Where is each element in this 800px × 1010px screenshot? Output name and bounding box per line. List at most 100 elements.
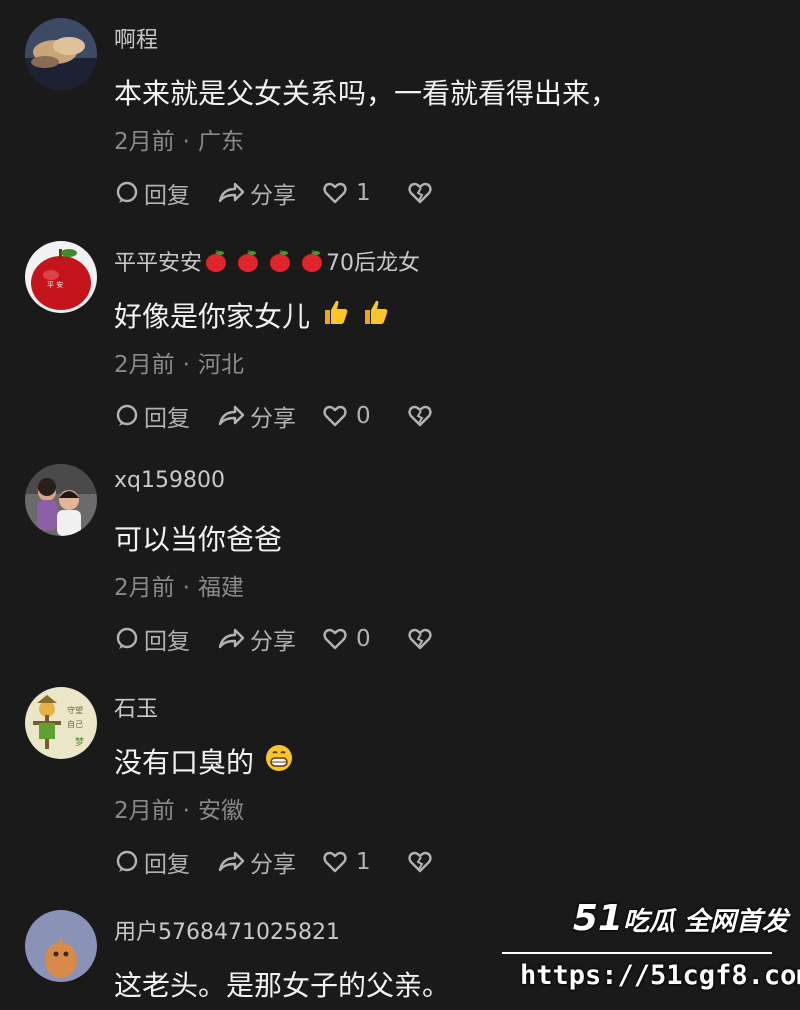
- reply-icon: [116, 850, 138, 872]
- like-button[interactable]: 0: [322, 626, 371, 652]
- reply-icon: [116, 627, 138, 649]
- comment-location: 广东: [197, 129, 244, 155]
- heart-icon: [323, 405, 347, 427]
- comment-time: 2月前: [114, 352, 175, 378]
- username[interactable]: 石玉: [114, 691, 158, 723]
- comment-text-content: 可以当你爸爸: [114, 523, 283, 556]
- comment-text-content: 没有口臭的: [114, 746, 255, 779]
- avatar[interactable]: [25, 464, 97, 536]
- reply-button[interactable]: 回复: [114, 399, 190, 433]
- watermark-url: https://51cgf8.com: [520, 960, 800, 991]
- username[interactable]: 啊程: [114, 22, 158, 54]
- heart-icon: [323, 182, 347, 204]
- watermark: 51吃瓜 全网首发 https://51cgf8.com: [502, 898, 800, 1010]
- watermark-number: 51: [572, 898, 623, 939]
- comment-item: 啊程 本来就是父女关系吗，一看就看得出来， 2月前 · 广东 回复 分享 1: [0, 0, 800, 223]
- dislike-button[interactable]: [407, 180, 437, 206]
- separator-dot: ·: [182, 575, 190, 601]
- share-label: 分享: [250, 629, 296, 655]
- username[interactable]: xq159800: [114, 468, 225, 493]
- comment-meta: 2月前 · 河北: [114, 345, 244, 379]
- thumbs-up-icon: [360, 297, 390, 334]
- heart-icon: [323, 851, 347, 873]
- avatar[interactable]: 平 安: [25, 241, 97, 313]
- comment-actions: 回复 分享 0: [114, 622, 463, 656]
- share-icon: [218, 405, 245, 426]
- reply-label: 回复: [144, 183, 190, 209]
- like-button[interactable]: 0: [322, 403, 371, 429]
- comment-meta: 2月前 · 广东: [114, 122, 244, 156]
- grinning-face-icon: [264, 743, 294, 780]
- separator-dot: ·: [182, 129, 190, 155]
- comment-location: 河北: [197, 352, 244, 378]
- apple-icon: [238, 249, 259, 272]
- svg-text:平 安: 平 安: [47, 280, 63, 289]
- broken-heart-icon: [408, 851, 432, 873]
- username-prefix: 平平安安: [114, 251, 203, 276]
- like-count: 1: [356, 180, 371, 206]
- comment-location: 福建: [197, 575, 244, 601]
- share-label: 分享: [250, 406, 296, 432]
- avatar[interactable]: [25, 18, 97, 90]
- separator-dot: ·: [182, 798, 190, 824]
- comment-text: 这老头。是那女子的父亲。: [114, 964, 450, 1004]
- reply-button[interactable]: 回复: [114, 176, 190, 210]
- dislike-button[interactable]: [407, 403, 437, 429]
- comment-text: 可以当你爸爸: [114, 518, 282, 558]
- dislike-button[interactable]: [407, 849, 437, 875]
- reply-label: 回复: [144, 852, 190, 878]
- watermark-label: 吃瓜 全网首发: [622, 907, 788, 937]
- comment-item: xq159800 可以当你爸爸 2月前 · 福建 回复 分享 0: [0, 446, 800, 669]
- share-icon: [218, 628, 245, 649]
- share-button[interactable]: 分享: [216, 622, 296, 656]
- dislike-button[interactable]: [407, 626, 437, 652]
- watermark-divider: [502, 952, 772, 954]
- comment-actions: 回复 分享 1: [114, 845, 463, 879]
- apple-emojis: [204, 249, 324, 273]
- broken-heart-icon: [408, 405, 432, 427]
- reply-icon: [116, 181, 138, 203]
- reply-label: 回复: [144, 629, 190, 655]
- comment-actions: 回复 分享 1: [114, 176, 463, 210]
- share-button[interactable]: 分享: [216, 399, 296, 433]
- like-count: 0: [356, 626, 371, 652]
- like-button[interactable]: 1: [322, 180, 371, 206]
- apple-icon: [302, 249, 323, 272]
- share-icon: [218, 851, 245, 872]
- username[interactable]: 平平安安 70后龙女: [114, 245, 420, 277]
- broken-heart-icon: [408, 182, 432, 204]
- apple-icon: [206, 249, 227, 272]
- comment-time: 2月前: [114, 575, 175, 601]
- share-icon: [218, 182, 245, 203]
- share-button[interactable]: 分享: [216, 845, 296, 879]
- comment-text: 好像是你家女儿: [114, 295, 390, 335]
- reply-button[interactable]: 回复: [114, 845, 190, 879]
- comment-meta: 2月前 · 安徽: [114, 791, 244, 825]
- broken-heart-icon: [408, 628, 432, 650]
- comment-time: 2月前: [114, 129, 175, 155]
- comment-actions: 回复 分享 0: [114, 399, 463, 433]
- reply-icon: [116, 404, 138, 426]
- comment-time: 2月前: [114, 798, 175, 824]
- reply-label: 回复: [144, 406, 190, 432]
- avatar[interactable]: [25, 910, 97, 982]
- comment-location: 安徽: [197, 798, 244, 824]
- svg-text:梦: 梦: [75, 737, 84, 748]
- avatar[interactable]: 守望 自己 梦: [25, 687, 97, 759]
- like-count: 0: [356, 403, 371, 429]
- username[interactable]: 用户5768471025821: [114, 914, 340, 946]
- comment-item: 守望 自己 梦 石玉 没有口臭的 2月前 · 安徽 回复 分享 1: [0, 669, 800, 892]
- svg-text:守望: 守望: [67, 705, 83, 715]
- share-button[interactable]: 分享: [216, 176, 296, 210]
- thumbs-up-icon: [320, 297, 350, 334]
- heart-icon: [323, 628, 347, 650]
- share-label: 分享: [250, 852, 296, 878]
- share-label: 分享: [250, 183, 296, 209]
- like-button[interactable]: 1: [322, 849, 371, 875]
- comment-text-content: 本来就是父女关系吗，一看就看得出来，: [114, 77, 619, 110]
- comment-meta: 2月前 · 福建: [114, 568, 244, 602]
- watermark-brand: 51吃瓜 全网首发: [573, 898, 788, 939]
- reply-button[interactable]: 回复: [114, 622, 190, 656]
- apple-icon: [270, 249, 291, 272]
- svg-text:自己: 自己: [67, 719, 83, 729]
